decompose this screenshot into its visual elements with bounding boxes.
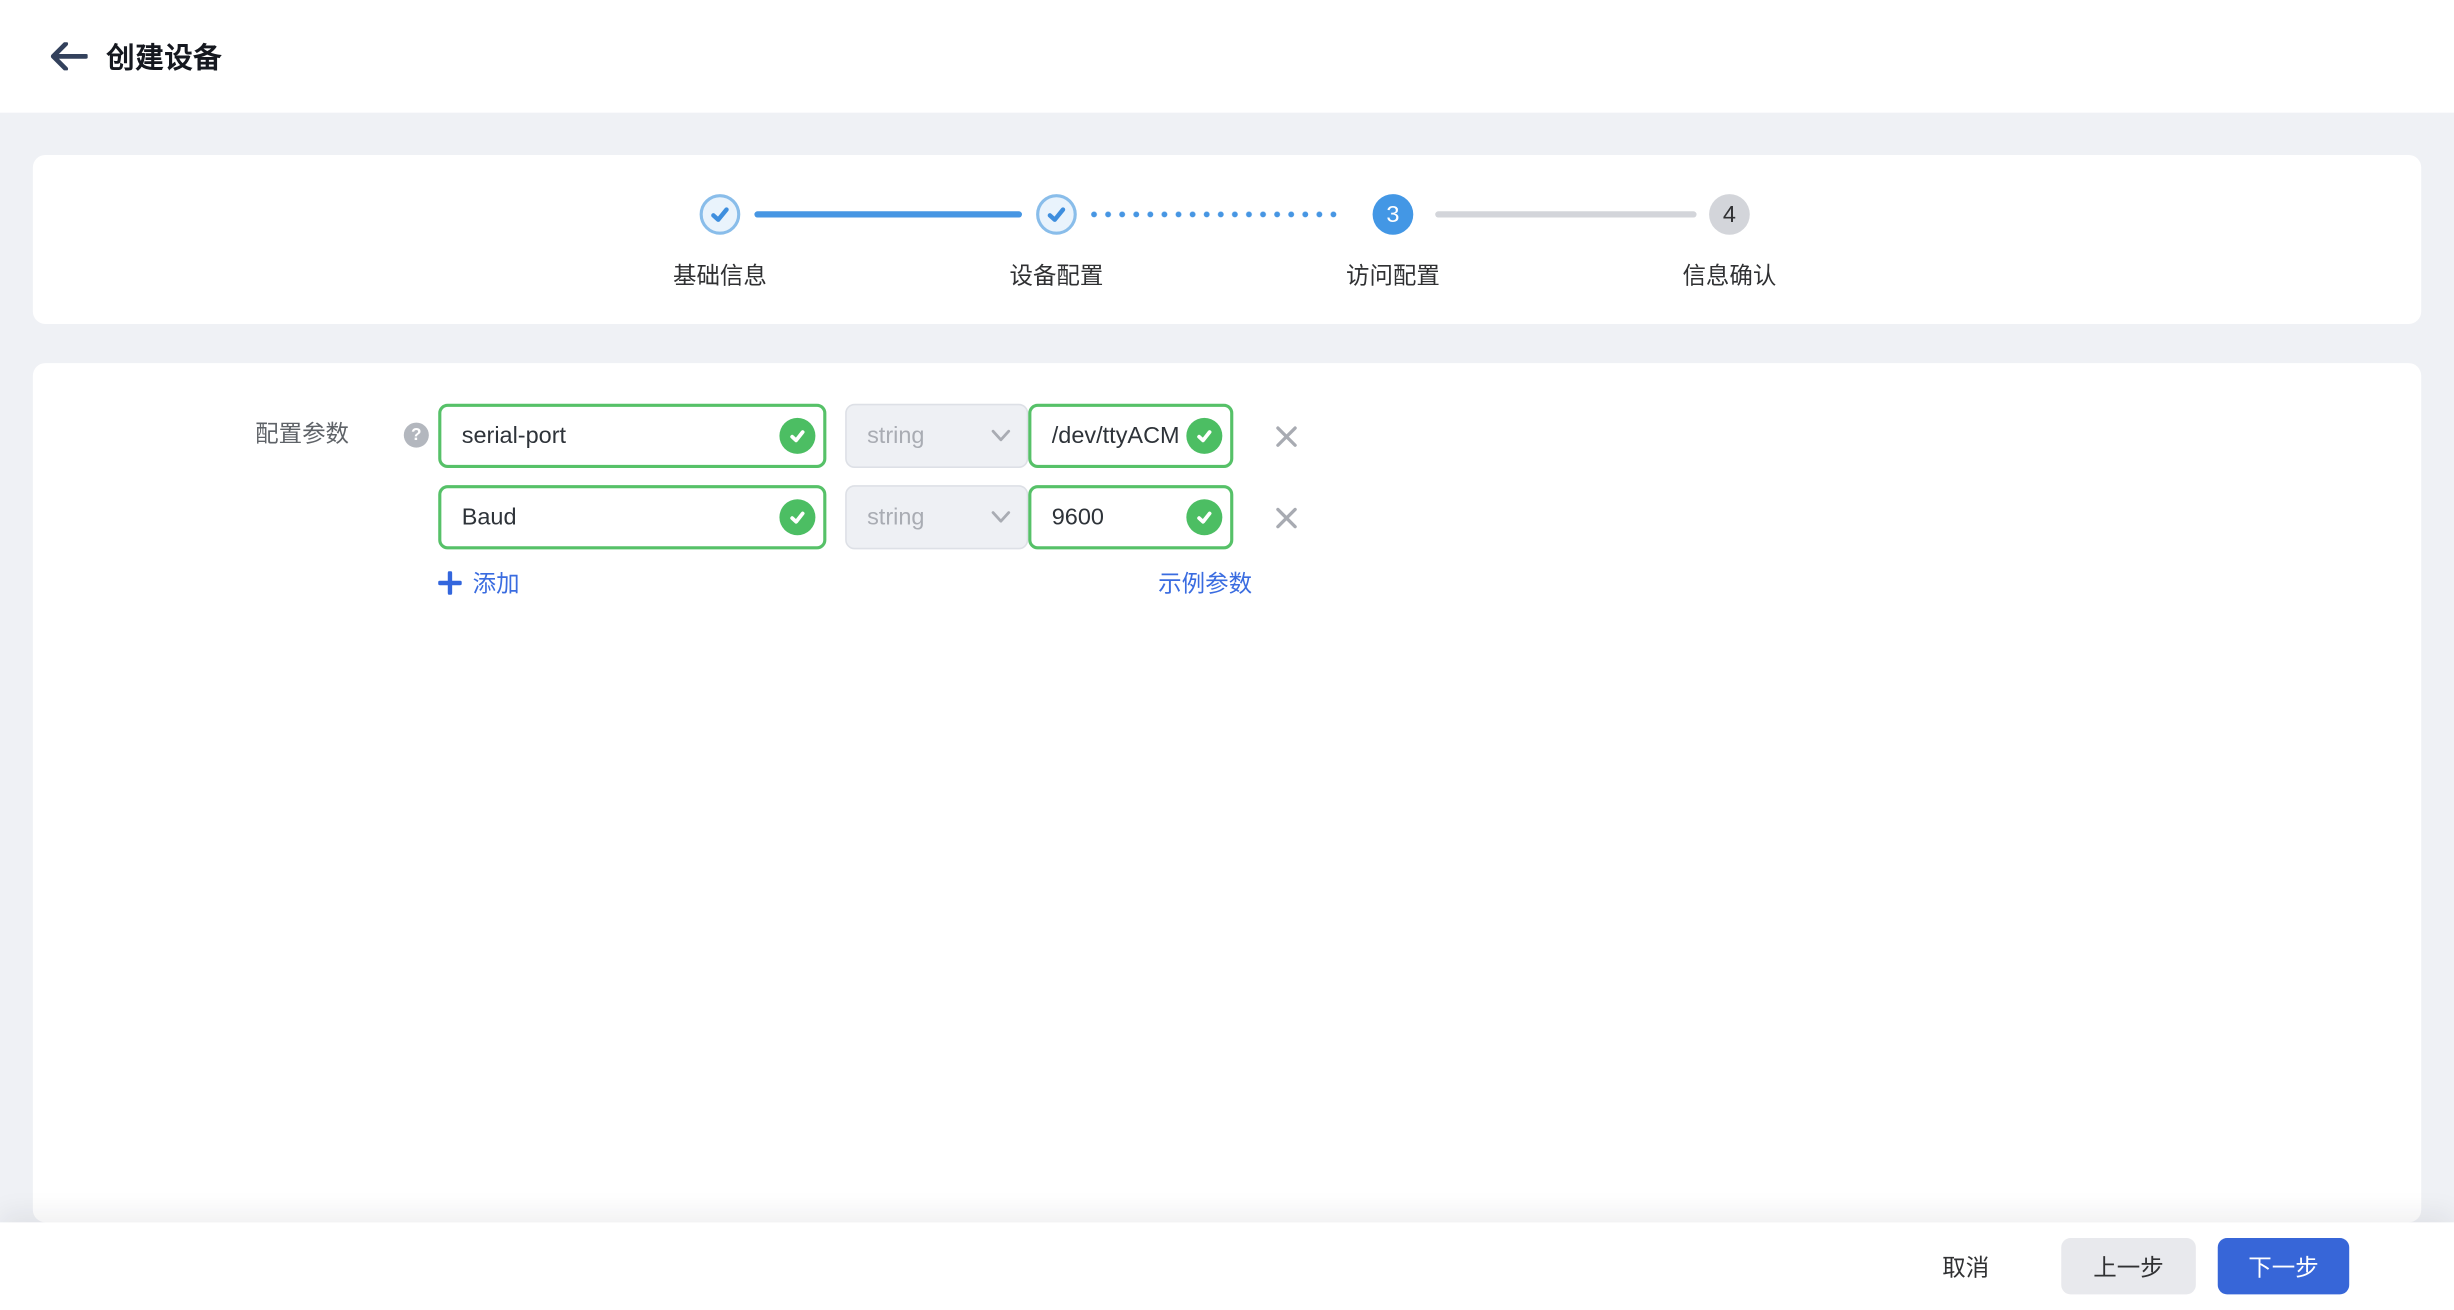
add-param-label: 添加	[473, 567, 520, 600]
arrow-left-icon	[50, 42, 88, 70]
chevron-down-icon	[991, 429, 1011, 443]
param-key-wrapper	[438, 404, 826, 468]
step-3-label: 访问配置	[1283, 258, 1502, 291]
step-4-circle: 4	[1709, 194, 1750, 235]
wizard-footer: 取消 上一步 下一步	[0, 1222, 2454, 1310]
step-4-number: 4	[1723, 201, 1736, 228]
add-param-button[interactable]: 添加	[438, 567, 519, 600]
step-1-label: 基础信息	[610, 258, 829, 291]
step-3-circle: 3	[1373, 194, 1414, 235]
step-1-circle	[700, 194, 741, 235]
type-select-value: string	[867, 423, 991, 450]
step-3-number: 3	[1386, 201, 1399, 228]
remove-row-button[interactable]	[1272, 423, 1300, 451]
step-4-label: 信息确认	[1620, 258, 1839, 291]
stepper-card: 基础信息 设备配置 3 访问配置 4 信息确认	[33, 155, 2421, 324]
chevron-down-icon	[991, 510, 1011, 524]
stepper-connector-done	[754, 211, 1022, 217]
example-params-link[interactable]: 示例参数	[1028, 567, 1252, 600]
param-value-wrapper	[1028, 485, 1233, 549]
plus-icon	[438, 571, 461, 594]
page-header: 创建设备	[0, 0, 2454, 113]
param-key-input[interactable]	[438, 404, 826, 468]
param-key-input[interactable]	[438, 485, 826, 549]
param-value-wrapper	[1028, 404, 1233, 468]
valid-check-icon	[1186, 418, 1222, 454]
cancel-button[interactable]: 取消	[1923, 1238, 2008, 1294]
stepper-connector-dotted	[1091, 211, 1337, 217]
remove-row-button[interactable]	[1272, 504, 1300, 532]
create-device-page: 创建设备 基础信息 设备配置 3 访问配置 4 信息确认	[0, 0, 2454, 1310]
valid-check-icon	[1186, 499, 1222, 535]
type-select: string	[845, 485, 1028, 549]
param-key-wrapper	[438, 485, 826, 549]
config-params-label: 配置参数	[255, 419, 349, 450]
check-icon	[709, 203, 731, 225]
next-step-button[interactable]: 下一步	[2218, 1238, 2349, 1294]
step-2-circle	[1036, 194, 1077, 235]
help-icon[interactable]: ?	[404, 423, 429, 448]
form-card: 配置参数 ? * string	[33, 363, 2421, 1222]
valid-check-icon	[779, 418, 815, 454]
check-icon	[1045, 203, 1067, 225]
stepper-connector-pending	[1435, 211, 1696, 217]
previous-step-button[interactable]: 上一步	[2061, 1238, 2196, 1294]
type-select-value: string	[867, 504, 991, 531]
valid-check-icon	[779, 499, 815, 535]
type-select: string	[845, 404, 1028, 468]
step-2-label: 设备配置	[947, 258, 1166, 291]
close-icon	[1274, 424, 1299, 449]
page-title: 创建设备	[106, 36, 222, 77]
close-icon	[1274, 506, 1299, 531]
back-button[interactable]	[47, 34, 91, 78]
